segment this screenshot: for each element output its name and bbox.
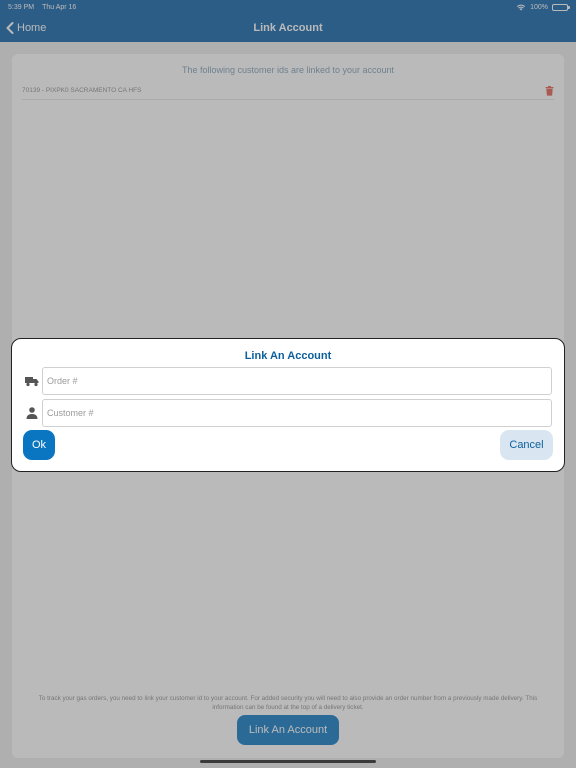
customer-number-input[interactable] [42,399,552,427]
home-indicator [200,760,376,763]
order-field-row [24,367,552,395]
dialog-title: Link An Account [244,350,332,362]
cancel-button[interactable]: Cancel [500,430,553,460]
customer-field-row [24,399,552,427]
truck-icon [25,377,39,387]
person-icon [26,407,38,419]
order-number-input[interactable] [42,367,552,395]
ok-button[interactable]: Ok [23,430,55,460]
link-account-dialog: Link An Account Ok Cancel [11,338,565,472]
